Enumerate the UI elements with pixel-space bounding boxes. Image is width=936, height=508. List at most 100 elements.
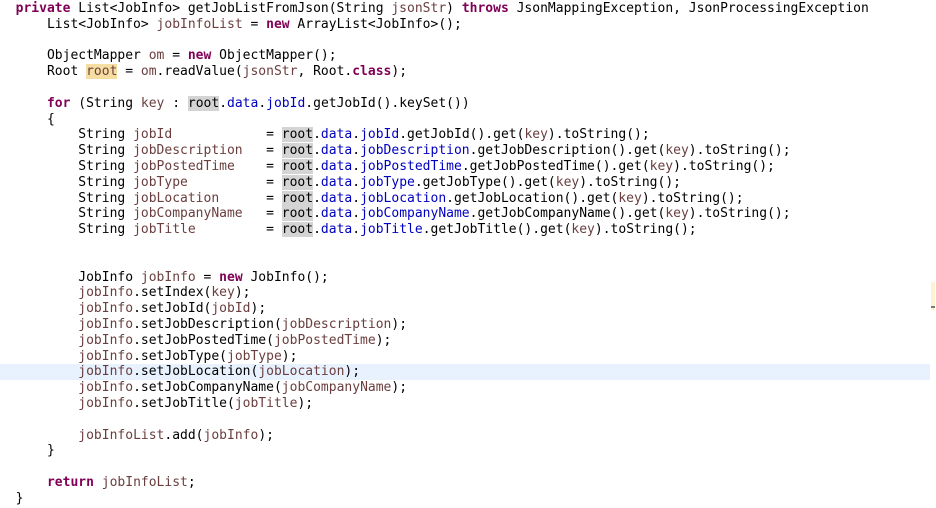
variable-token: jobId: [133, 127, 173, 143]
variable-token: key: [211, 285, 235, 301]
variable-token: root: [281, 222, 314, 238]
code-line[interactable]: [0, 33, 930, 49]
variable-token: root: [86, 64, 118, 80]
code-text: ).toString();: [641, 190, 744, 206]
variable-token: jobInfoList: [156, 16, 243, 32]
code-line[interactable]: }: [0, 443, 930, 459]
code-text: :: [164, 95, 188, 111]
code-line[interactable]: List<JobInfo> jobInfoList = new ArrayLis…: [0, 17, 930, 33]
code-line[interactable]: String jobDescription = root.data.jobDes…: [0, 143, 930, 159]
code-text: =: [234, 159, 282, 174]
code-text: JsonMappingException, JsonProcessingExce…: [508, 1, 869, 16]
code-line[interactable]: String jobId = root.data.jobId.getJobId(…: [0, 127, 930, 143]
code-text: .: [313, 127, 321, 143]
code-text: Root: [0, 64, 87, 80]
variable-token: root: [281, 159, 314, 174]
code-text: );: [344, 364, 361, 380]
code-text: =: [172, 127, 282, 143]
variable-token: jobDescription: [281, 317, 392, 332]
code-text: .: [313, 143, 321, 159]
code-line[interactable]: jobInfoList.add(jobInfo);: [0, 428, 930, 444]
field-token: data: [320, 127, 353, 143]
code-line[interactable]: for (String key : root.data.jobId.getJob…: [0, 95, 930, 112]
variable-token: jobCompanyName: [133, 206, 243, 222]
code-line[interactable]: jobInfo.setJobCompanyName(jobCompanyName…: [0, 380, 930, 396]
code-line[interactable]: return jobInfoList;: [0, 475, 930, 491]
variable-token: jobType: [133, 174, 188, 190]
code-line[interactable]: [0, 459, 930, 475]
field-token: data: [320, 159, 353, 174]
code-text: .: [258, 95, 267, 111]
variable-token: jobInfo: [78, 317, 134, 332]
variable-token: key: [571, 222, 595, 238]
code-text: JobInfo: [0, 269, 141, 285]
code-text: =: [195, 269, 220, 285]
field-token: jobTitle: [360, 222, 423, 238]
field-token: jobCompanyName: [360, 206, 470, 222]
variable-token: key: [618, 190, 642, 206]
code-line[interactable]: jobInfo.setJobTitle(jobTitle);: [0, 396, 930, 412]
current-code-line[interactable]: jobInfo.setJobLocation(jobLocation);: [0, 364, 930, 381]
variable-token: jsonStr: [391, 1, 447, 16]
code-line[interactable]: [0, 80, 930, 96]
variable-token: om: [148, 48, 165, 64]
code-text: );: [375, 332, 392, 348]
keyword: new: [219, 269, 243, 285]
code-text: );: [281, 348, 298, 364]
code-editor[interactable]: private List<JobInfo> getJobListFromJson…: [0, 0, 936, 508]
code-line[interactable]: String jobCompanyName = root.data.jobCom…: [0, 206, 930, 222]
code-line[interactable]: ObjectMapper om = new ObjectMapper();: [0, 48, 930, 64]
variable-token: jobPostedTime: [133, 159, 235, 174]
code-line[interactable]: [0, 412, 930, 428]
code-text: .getJobId().get(: [399, 127, 525, 143]
keyword: private: [15, 1, 71, 16]
variable-token: root: [187, 95, 220, 111]
variable-token: jobInfo: [203, 427, 259, 443]
code-text: String: [0, 222, 134, 238]
code-text: .setJobLocation(: [133, 364, 259, 380]
code-text: .getJobId().keySet()): [305, 95, 470, 111]
code-text: List<JobInfo>: [0, 16, 157, 32]
code-text: ArrayList<JobInfo>();: [289, 16, 462, 32]
variable-token: jobInfoList: [101, 475, 188, 490]
code-line[interactable]: Root root = om.readValue(jsonStr, Root.c…: [0, 64, 930, 80]
code-text: =: [242, 16, 267, 32]
code-line[interactable]: jobInfo.setJobType(jobType);: [0, 349, 930, 365]
code-text: .getJobCompanyName().get(: [469, 206, 666, 222]
code-line[interactable]: String jobType = root.data.jobType.getJo…: [0, 174, 930, 191]
code-text: .: [352, 222, 361, 238]
code-line[interactable]: String jobPostedTime = root.data.jobPost…: [0, 159, 930, 175]
code-line[interactable]: String jobTitle = root.data.jobTitle.get…: [0, 222, 930, 238]
variable-token: jobTitle: [133, 222, 196, 238]
code-line[interactable]: jobInfo.setJobId(jobId);: [0, 301, 930, 317]
code-line[interactable]: [0, 238, 930, 254]
code-line[interactable]: JobInfo jobInfo = new JobInfo();: [0, 270, 930, 286]
overview-ruler-tick: [931, 306, 935, 308]
keyword: return: [46, 475, 94, 490]
code-line[interactable]: String jobLocation = root.data.jobLocati…: [0, 190, 930, 207]
code-line[interactable]: [0, 254, 930, 270]
code-text: }: [0, 443, 55, 459]
keyword: throws: [461, 1, 509, 16]
code-text: .getJobLocation().get(: [446, 190, 619, 206]
code-text: List<JobInfo> getJobListFromJson(String: [70, 1, 392, 16]
code-text: ).toString();: [688, 143, 791, 159]
code-text: );: [391, 317, 408, 332]
variable-token: jobType: [227, 348, 282, 364]
code-line[interactable]: jobInfo.setJobPostedTime(jobPostedTime);: [0, 333, 930, 349]
code-line[interactable]: }: [0, 491, 930, 507]
code-line[interactable]: private List<JobInfo> getJobListFromJson…: [0, 1, 930, 17]
variable-token: key: [555, 174, 580, 190]
code-line[interactable]: jobInfo.setJobDescription(jobDescription…: [0, 317, 930, 333]
field-token: data: [320, 190, 353, 206]
field-token: data: [320, 206, 353, 222]
code-text: .: [352, 159, 361, 174]
code-line[interactable]: {: [0, 112, 930, 128]
code-line[interactable]: jobInfo.setIndex(key);: [0, 285, 930, 301]
